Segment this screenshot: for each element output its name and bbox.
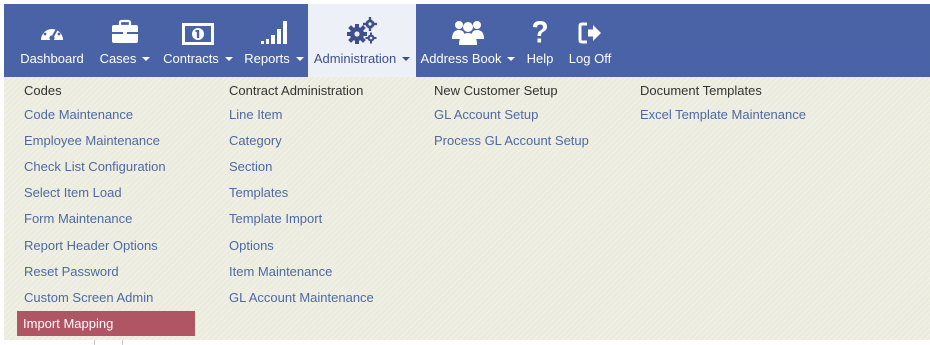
menu-link-reset-password[interactable]: Reset Password bbox=[24, 264, 119, 279]
page-content-edge bbox=[4, 340, 930, 345]
chevron-down-icon bbox=[402, 57, 411, 61]
nav-contracts-label: Contracts bbox=[163, 51, 219, 66]
menu-header-document-templates: Document Templates bbox=[640, 83, 762, 98]
question-icon bbox=[530, 15, 550, 45]
nav-contracts[interactable]: Contracts bbox=[158, 4, 238, 77]
menu-link-template-import[interactable]: Template Import bbox=[229, 211, 322, 226]
nav-dashboard-label: Dashboard bbox=[20, 51, 84, 66]
nav-help-label: Help bbox=[526, 51, 554, 66]
menu-link-options[interactable]: Options bbox=[229, 238, 274, 253]
menu-link-item-maintenance[interactable]: Item Maintenance bbox=[229, 264, 332, 279]
nav-address-book[interactable]: Address Book bbox=[418, 4, 518, 77]
menu-link-gl-account-setup[interactable]: GL Account Setup bbox=[434, 107, 538, 122]
nav-reports[interactable]: Reports bbox=[240, 4, 308, 77]
menu-header-contract-administration: Contract Administration bbox=[229, 83, 364, 98]
gears-icon bbox=[346, 15, 378, 45]
nav-reports-label: Reports bbox=[244, 51, 290, 66]
nav-dashboard[interactable]: Dashboard bbox=[13, 4, 91, 77]
nav-help[interactable]: Help bbox=[518, 4, 562, 77]
menu-link-select-item-load[interactable]: Select Item Load bbox=[24, 185, 122, 200]
menu-link-gl-account-maintenance[interactable]: GL Account Maintenance bbox=[229, 290, 374, 305]
money-icon bbox=[182, 15, 214, 45]
nav-log-off[interactable]: Log Off bbox=[562, 4, 618, 77]
chevron-down-icon bbox=[142, 57, 151, 61]
menu-link-form-maintenance[interactable]: Form Maintenance bbox=[24, 211, 132, 226]
menu-link-check-list-configuration[interactable]: Check List Configuration bbox=[24, 159, 166, 174]
divider bbox=[122, 340, 123, 345]
menu-link-code-maintenance[interactable]: Code Maintenance bbox=[24, 107, 133, 122]
menu-link-import-mapping[interactable]: Import Mapping bbox=[17, 311, 195, 336]
sign-out-icon bbox=[578, 15, 602, 45]
users-icon bbox=[451, 15, 485, 45]
menu-link-process-gl-account-setup[interactable]: Process GL Account Setup bbox=[434, 133, 589, 148]
chevron-down-icon bbox=[295, 57, 304, 61]
menu-link-category[interactable]: Category bbox=[229, 133, 282, 148]
nav-administration[interactable]: Administration bbox=[308, 4, 416, 77]
nav-cases-label: Cases bbox=[99, 51, 137, 66]
menu-link-line-item[interactable]: Line Item bbox=[229, 107, 282, 122]
menu-header-new-customer-setup: New Customer Setup bbox=[434, 83, 558, 98]
chevron-down-icon bbox=[507, 57, 516, 61]
nav-address-book-label: Address Book bbox=[420, 51, 502, 66]
administration-dropdown-menu: Codes Code Maintenance Employee Maintena… bbox=[4, 77, 930, 340]
chevron-down-icon bbox=[224, 57, 233, 61]
menu-link-excel-template-maintenance[interactable]: Excel Template Maintenance bbox=[640, 107, 806, 122]
menu-link-report-header-options[interactable]: Report Header Options bbox=[24, 238, 158, 253]
briefcase-icon bbox=[110, 15, 140, 45]
nav-administration-label: Administration bbox=[313, 51, 397, 66]
menu-header-codes: Codes bbox=[24, 83, 62, 98]
menu-link-employee-maintenance[interactable]: Employee Maintenance bbox=[24, 133, 160, 148]
divider bbox=[94, 340, 95, 345]
menu-link-custom-screen-admin[interactable]: Custom Screen Admin bbox=[24, 290, 153, 305]
signal-bars-icon bbox=[259, 15, 289, 45]
menu-link-templates[interactable]: Templates bbox=[229, 185, 288, 200]
top-navbar: Dashboard Cases Contracts Reports Admini… bbox=[4, 4, 930, 77]
dashboard-icon bbox=[38, 15, 66, 45]
nav-cases[interactable]: Cases bbox=[94, 4, 156, 77]
menu-link-section[interactable]: Section bbox=[229, 159, 272, 174]
nav-log-off-label: Log Off bbox=[568, 51, 612, 66]
